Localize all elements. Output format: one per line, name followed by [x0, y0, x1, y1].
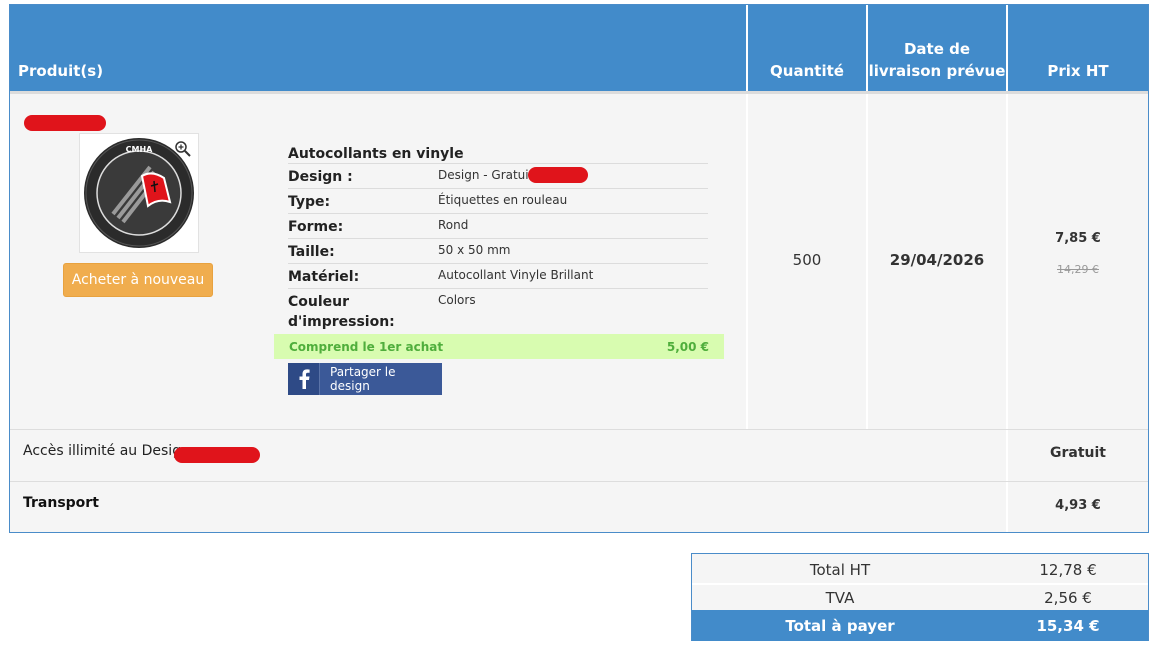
redacted-access-design [174, 447, 260, 463]
total-ht-value: 12,78 € [1039, 561, 1097, 579]
share-label: Partager le design [320, 363, 442, 395]
price-value: 7,85 € [1055, 231, 1101, 246]
header-product: Produit(s) [18, 62, 104, 80]
svg-text:CMHA: CMHA [126, 145, 154, 154]
promo-banner: Comprend le 1er achat 5,00 € [274, 334, 724, 359]
spec-row-size: Taille: 50 x 50 mm [288, 239, 708, 264]
facebook-icon [288, 363, 320, 395]
tva-row: TVA 2,56 € [692, 584, 1148, 612]
total-ht-label: Total HT [809, 561, 871, 579]
redacted-name [24, 115, 106, 131]
header-price: Prix HT [1047, 62, 1109, 80]
old-price-value: 14,29 € [1057, 263, 1099, 276]
totals-box: Total HT 12,78 € TVA 2,56 € Total à paye… [691, 553, 1149, 641]
transport-value: 4,93 € [1055, 498, 1101, 513]
total-pay-value: 15,34 € [1036, 616, 1100, 635]
total-pay-row: Total à payer 15,34 € [692, 610, 1148, 641]
transport-label: Transport [23, 495, 99, 511]
table-header: Produit(s) Quantité Date de livraison pr… [10, 5, 1148, 91]
header-quantity: Quantité [770, 62, 844, 80]
redacted-design-name [528, 167, 588, 183]
spec-row-print-color: Couleur d'impression: Colors [288, 293, 476, 330]
quantity-value: 500 [792, 251, 822, 269]
product-title: Autocollants en vinyle [288, 143, 708, 164]
total-pay-label: Total à payer [785, 616, 895, 635]
spec-row-type: Type: Étiquettes en rouleau [288, 189, 708, 214]
spec-row-material: Matériel: Autocollant Vinyle Brillant [288, 264, 708, 289]
tva-value: 2,56 € [1044, 589, 1092, 607]
share-design-button[interactable]: Partager le design [288, 363, 442, 395]
tva-label: TVA [825, 589, 855, 607]
total-ht-row: Total HT 12,78 € [692, 556, 1148, 584]
spec-row-design: Design : Design - Gratuit [288, 164, 708, 189]
promo-value: 5,00 € [666, 339, 709, 354]
zoom-icon[interactable] [174, 140, 192, 158]
promo-label: Comprend le 1er achat [289, 339, 444, 354]
header-delivery-date: Date de livraison prévue [868, 40, 1006, 80]
product-thumbnail[interactable]: CMHA [79, 133, 199, 253]
order-table: Produit(s) Quantité Date de livraison pr… [9, 4, 1149, 533]
product-specs: Autocollants en vinyle Design : Design -… [288, 143, 708, 332]
access-label: Accès illimité au Design [23, 443, 190, 459]
access-value: Gratuit [1050, 445, 1106, 461]
spec-row-shape: Forme: Rond [288, 214, 708, 239]
delivery-date-value: 29/04/2026 [889, 251, 985, 269]
reorder-button[interactable]: Acheter à nouveau [63, 263, 213, 297]
